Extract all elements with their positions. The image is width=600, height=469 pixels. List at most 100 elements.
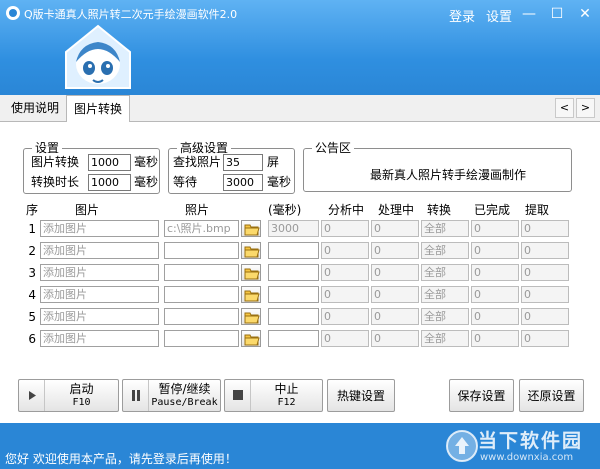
analyzing-value: 0	[321, 286, 369, 303]
tab-strip: 使用说明 图片转换 < >	[0, 95, 600, 123]
done-value: 0	[471, 330, 519, 347]
settings-link[interactable]: 设置	[486, 6, 512, 25]
row-number: 3	[28, 266, 36, 280]
photo-path-input[interactable]	[164, 330, 239, 347]
maximize-button[interactable]: ☐	[545, 4, 569, 24]
pause-icon	[123, 380, 149, 411]
notice-group-title: 公告区	[312, 141, 355, 155]
minimize-button[interactable]: —	[517, 4, 541, 24]
convert-select[interactable]: 全部	[421, 220, 469, 237]
stop-icon	[225, 380, 251, 411]
start-button[interactable]: 启动 F10	[18, 379, 119, 412]
window-title: Q版卡通真人照片转二次元手绘漫画软件2.0	[24, 8, 238, 21]
photo-path-input[interactable]	[164, 242, 239, 259]
ms-input[interactable]	[268, 264, 319, 281]
done-value: 0	[471, 264, 519, 281]
login-link[interactable]: 登录	[449, 6, 475, 25]
ms-input[interactable]	[268, 308, 319, 325]
app-window: Q版卡通真人照片转二次元手绘漫画软件2.0 登录 设置 — ☐ ✕ 使用说明 图…	[0, 0, 600, 469]
convert-select[interactable]: 全部	[421, 286, 469, 303]
add-image-input[interactable]: 添加图片	[40, 242, 159, 259]
ms-input[interactable]: 3000	[268, 220, 319, 237]
ms-input[interactable]	[268, 242, 319, 259]
find-photo-unit: 屏	[267, 155, 280, 169]
add-image-input[interactable]: 添加图片	[40, 308, 159, 325]
add-image-input[interactable]: 添加图片	[40, 286, 159, 303]
col-header-index: 序	[26, 203, 39, 217]
analyzing-value: 0	[321, 264, 369, 281]
processing-value: 0	[371, 242, 419, 259]
tab-prev-button[interactable]: <	[555, 98, 574, 118]
browse-folder-button[interactable]	[241, 308, 261, 325]
row-number: 2	[28, 244, 36, 258]
restore-settings-button[interactable]: 还原设置	[519, 379, 584, 412]
row-number: 6	[28, 332, 36, 346]
extract-value: 0	[521, 330, 569, 347]
browse-folder-button[interactable]	[241, 330, 261, 347]
save-settings-label: 保存设置	[457, 389, 506, 403]
browse-folder-button[interactable]	[241, 286, 261, 303]
wait-unit: 毫秒	[267, 175, 292, 189]
convert-select[interactable]: 全部	[421, 330, 469, 347]
photo-path-input[interactable]	[164, 286, 239, 303]
duration-input[interactable]: 1000	[88, 174, 131, 191]
tab-next-button[interactable]: >	[576, 98, 595, 118]
folder-icon	[244, 246, 260, 258]
stop-hotkey: F12	[277, 397, 296, 408]
processing-value: 0	[371, 220, 419, 237]
ms-input[interactable]	[268, 330, 319, 347]
col-header-convert: 转换	[427, 203, 452, 217]
col-header-photo: 照片	[185, 203, 210, 217]
extract-value: 0	[521, 242, 569, 259]
photo-path-input[interactable]	[164, 264, 239, 281]
folder-icon	[244, 334, 260, 346]
find-photo-input[interactable]: 35	[223, 154, 263, 171]
image-convert-panel: 设置 图片转换 1000 毫秒 转换时长 1000 毫秒 高级设置 查找照片 3…	[0, 122, 600, 423]
pause-resume-button[interactable]: 暂停/继续 Pause/Break	[122, 379, 221, 412]
stop-button[interactable]: 中止 F12	[224, 379, 323, 412]
folder-icon	[244, 268, 260, 280]
browse-folder-button[interactable]	[241, 264, 261, 281]
processing-value: 0	[371, 308, 419, 325]
extract-value: 0	[521, 286, 569, 303]
find-photo-label: 查找照片	[173, 155, 222, 169]
tab-instructions[interactable]: 使用说明	[4, 95, 66, 122]
row-number: 1	[28, 222, 36, 236]
save-settings-button[interactable]: 保存设置	[449, 379, 514, 412]
analyzing-value: 0	[321, 242, 369, 259]
extract-value: 0	[521, 220, 569, 237]
stop-label: 中止	[274, 382, 299, 396]
add-image-input[interactable]: 添加图片	[40, 264, 159, 281]
notice-text: 最新真人照片转手绘漫画制作	[370, 168, 527, 182]
processing-value: 0	[371, 330, 419, 347]
pause-label: 暂停/继续	[158, 382, 211, 396]
advanced-group-title: 高级设置	[177, 141, 232, 155]
watermark-brand: 当下软件园	[478, 430, 584, 452]
add-image-input[interactable]: 添加图片	[40, 330, 159, 347]
folder-icon	[244, 290, 260, 302]
convert-select[interactable]: 全部	[421, 308, 469, 325]
photo-path-input[interactable]: c:\照片.bmp	[164, 220, 239, 237]
folder-icon	[244, 224, 260, 236]
close-button[interactable]: ✕	[573, 4, 597, 24]
photo-path-input[interactable]	[164, 308, 239, 325]
convert-select[interactable]: 全部	[421, 264, 469, 281]
ms-input[interactable]	[268, 286, 319, 303]
settings-group-title: 设置	[32, 141, 63, 155]
analyzing-value: 0	[321, 330, 369, 347]
browse-folder-button[interactable]	[241, 220, 261, 237]
browse-folder-button[interactable]	[241, 242, 261, 259]
start-label: 启动	[69, 382, 94, 396]
watermark-url: www.downxia.com	[480, 452, 574, 463]
wait-input[interactable]: 3000	[223, 174, 263, 191]
hotkey-settings-button[interactable]: 热键设置	[327, 379, 395, 412]
done-value: 0	[471, 308, 519, 325]
convert-select[interactable]: 全部	[421, 242, 469, 259]
col-header-analyzing: 分析中	[328, 203, 365, 217]
folder-icon	[244, 312, 260, 324]
add-image-input[interactable]: 添加图片	[40, 220, 159, 237]
tab-image-convert[interactable]: 图片转换	[66, 95, 131, 123]
extract-value: 0	[521, 264, 569, 281]
duration-label: 转换时长	[31, 175, 80, 189]
convert-input[interactable]: 1000	[88, 154, 131, 171]
